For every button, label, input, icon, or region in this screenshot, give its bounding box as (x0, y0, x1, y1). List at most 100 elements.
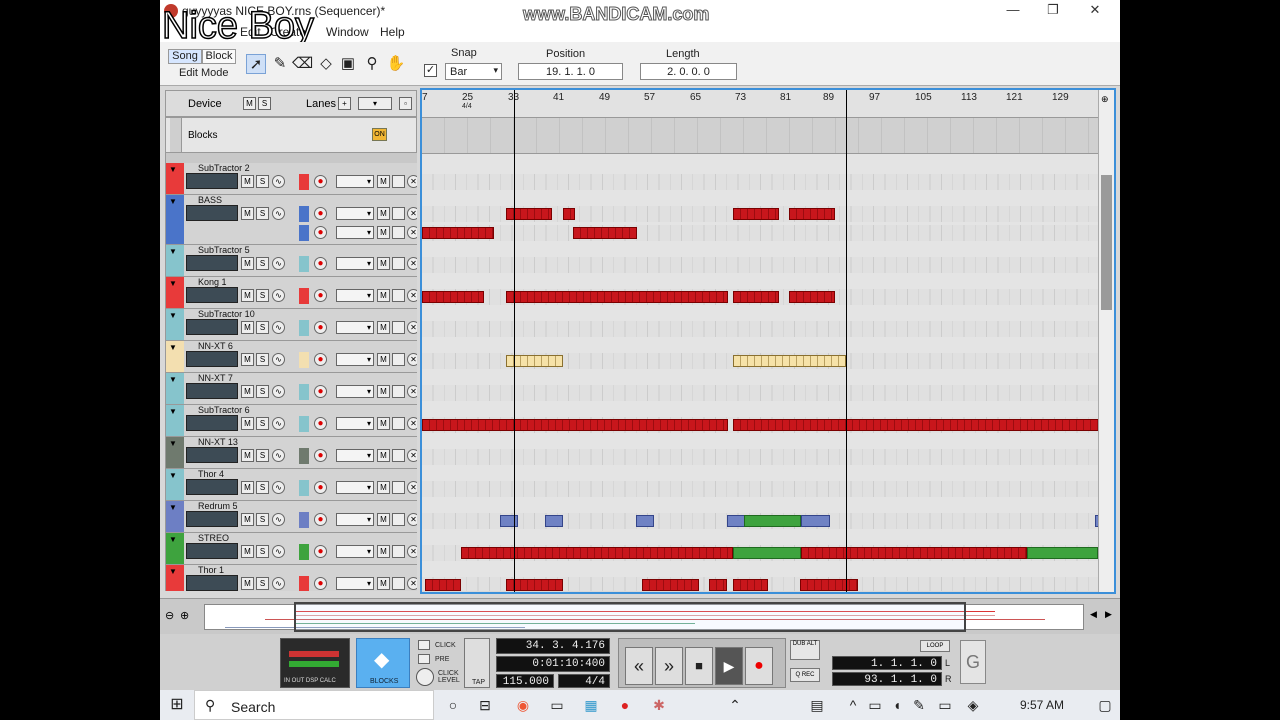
lane-volume-icon[interactable] (392, 353, 405, 366)
automation-icon[interactable]: ∿ (272, 577, 285, 590)
track-mute-button[interactable]: M (241, 417, 254, 430)
lane-volume-icon[interactable] (392, 385, 405, 398)
lane-mute-button[interactable]: M (377, 545, 390, 558)
track-solo-button[interactable]: S (256, 481, 269, 494)
menu-help[interactable]: Help (380, 25, 405, 39)
pencil-icon[interactable]: ✎ (270, 54, 290, 74)
lane-mute-button[interactable]: M (377, 289, 390, 302)
automation-icon[interactable]: ∿ (272, 321, 285, 334)
lane-mute-button[interactable]: M (377, 513, 390, 526)
lane-volume-icon[interactable] (392, 545, 405, 558)
track-color-tab[interactable]: ▼ (166, 309, 184, 340)
click-level-knob[interactable] (416, 668, 434, 686)
add-lane-button[interactable]: + (338, 97, 351, 110)
lane-dropdown[interactable]: ▾ (336, 385, 374, 398)
dub-alt-buttons[interactable]: DUB ALT (790, 640, 820, 660)
q-rec-button[interactable]: Q REC (790, 668, 820, 682)
track-11[interactable]: ▼ STREO M S ∿ ● ▾ M ✕ (166, 533, 417, 565)
device-thumbnail[interactable] (186, 173, 238, 189)
delete-lane-button[interactable]: ▫ (399, 97, 412, 110)
mute-all-button[interactable]: M (243, 97, 256, 110)
track-9[interactable]: ▼ Thor 4 M S ∿ ● ▾ M ✕ (166, 469, 417, 501)
windows-start-icon[interactable]: ⊞ (168, 696, 186, 714)
lane-dropdown[interactable]: ▾ (336, 207, 374, 220)
collapse-arrow-icon[interactable]: ▼ (169, 471, 177, 480)
track-4[interactable]: ▼ SubTractor 10 M S ∿ ● ▾ M ✕ (166, 309, 417, 341)
automation-icon[interactable]: ∿ (272, 385, 285, 398)
chrome-icon[interactable]: ◉ (514, 696, 532, 714)
device-thumbnail[interactable] (186, 479, 238, 495)
collapse-arrow-icon[interactable]: ▼ (169, 535, 177, 544)
delete-lane-icon[interactable]: ✕ (407, 257, 417, 270)
track-solo-button[interactable]: S (256, 353, 269, 366)
track-mute-button[interactable]: M (241, 207, 254, 220)
track-7[interactable]: ▼ SubTractor 6 M S ∿ ● ▾ M ✕ (166, 405, 417, 437)
track-mute-button[interactable]: M (241, 545, 254, 558)
track-1[interactable]: ▼ BASS M S ∿ ● ▾ M ✕ ● ▾ M ✕ (166, 195, 417, 245)
device-thumbnail[interactable] (186, 255, 238, 271)
task-view-icon[interactable]: ○ (444, 696, 462, 714)
track-color-tab[interactable]: ▼ (166, 501, 184, 532)
automation-icon[interactable]: ∿ (272, 545, 285, 558)
record-enable-icon[interactable]: ● (314, 257, 327, 270)
track-10[interactable]: ▼ Redrum 5 M S ∿ ● ▾ M ✕ (166, 501, 417, 533)
right-locator-display[interactable]: 93. 1. 1. 0 (832, 672, 942, 686)
close-button[interactable]: ✕ (1080, 2, 1110, 20)
record-enable-icon[interactable]: ● (314, 385, 327, 398)
record-enable-icon[interactable]: ● (314, 481, 327, 494)
lane-mute-button[interactable]: M (377, 577, 390, 590)
track-mute-button[interactable]: M (241, 513, 254, 526)
device-thumbnail[interactable] (186, 543, 238, 559)
device-thumbnail[interactable] (186, 383, 238, 399)
track-mute-button[interactable]: M (241, 175, 254, 188)
track-solo-button[interactable]: S (256, 207, 269, 220)
razor-icon[interactable]: ◇ (316, 54, 336, 74)
collapse-arrow-icon[interactable]: ▼ (169, 439, 177, 448)
bandicam-icon[interactable]: ● (616, 696, 634, 714)
network-icon[interactable]: ▭ (866, 696, 884, 714)
collapse-arrow-icon[interactable]: ▼ (169, 311, 177, 320)
lane-mute-button[interactable]: M (377, 175, 390, 188)
track-solo-button[interactable]: S (256, 321, 269, 334)
left-locator-display[interactable]: 1. 1. 1. 0 (832, 656, 942, 670)
delete-lane-icon[interactable]: ✕ (407, 545, 417, 558)
signature-display[interactable]: 4/4 (558, 674, 610, 688)
track-color-tab[interactable]: ▼ (166, 373, 184, 404)
select-arrow-icon[interactable]: ➚ (246, 54, 266, 74)
track-color-tab[interactable]: ▼ (166, 533, 184, 564)
track-mute-button[interactable]: M (241, 289, 254, 302)
record-enable-icon[interactable]: ● (314, 353, 327, 366)
menu-window[interactable]: Window (326, 25, 369, 39)
solo-all-button[interactable]: S (258, 97, 271, 110)
lane-dropdown[interactable]: ▾ (336, 417, 374, 430)
keyboard-icon[interactable]: ▭ (936, 696, 954, 714)
volume-icon[interactable]: ◖ (888, 696, 906, 714)
track-mute-button[interactable]: M (241, 481, 254, 494)
scroll-right-icon[interactable]: ▶ (1105, 609, 1112, 620)
lane-volume-icon[interactable] (392, 577, 405, 590)
tray-app-icon[interactable]: ▤ (808, 696, 826, 714)
track-solo-button[interactable]: S (256, 417, 269, 430)
position-display[interactable]: 34. 3. 4.176 (496, 638, 610, 654)
lane-dropdown[interactable]: ▾ (336, 481, 374, 494)
blocks-button[interactable]: ◆ BLOCKS (356, 638, 410, 688)
track-color-tab[interactable]: ▼ (166, 405, 184, 436)
delete-lane-icon[interactable]: ✕ (407, 175, 417, 188)
automation-icon[interactable]: ∿ (272, 175, 285, 188)
track-0[interactable]: ▼ SubTractor 2 M S ∿ ● ▾ M ✕ (166, 163, 417, 195)
track-mute-button[interactable]: M (241, 353, 254, 366)
lane-mute-button[interactable]: M (377, 417, 390, 430)
collapse-arrow-icon[interactable]: ▼ (169, 165, 177, 174)
length-field[interactable]: 2. 0. 0. 0 (640, 63, 737, 80)
delete-lane-icon[interactable]: ✕ (407, 417, 417, 430)
delete-lane-icon[interactable]: ✕ (407, 481, 417, 494)
track-color-tab[interactable]: ▼ (166, 565, 184, 591)
lane-dropdown[interactable]: ▾ (336, 353, 374, 366)
notifications-icon[interactable]: ▢ (1096, 696, 1114, 714)
collapse-arrow-icon[interactable]: ▼ (169, 279, 177, 288)
delete-lane-icon[interactable]: ✕ (407, 449, 417, 462)
collapse-arrow-icon[interactable]: ▼ (169, 247, 177, 256)
record-enable-icon[interactable]: ● (314, 289, 327, 302)
show-hidden-icons[interactable]: ^ (844, 696, 862, 714)
snap-checkbox[interactable]: ✓ (424, 64, 437, 77)
